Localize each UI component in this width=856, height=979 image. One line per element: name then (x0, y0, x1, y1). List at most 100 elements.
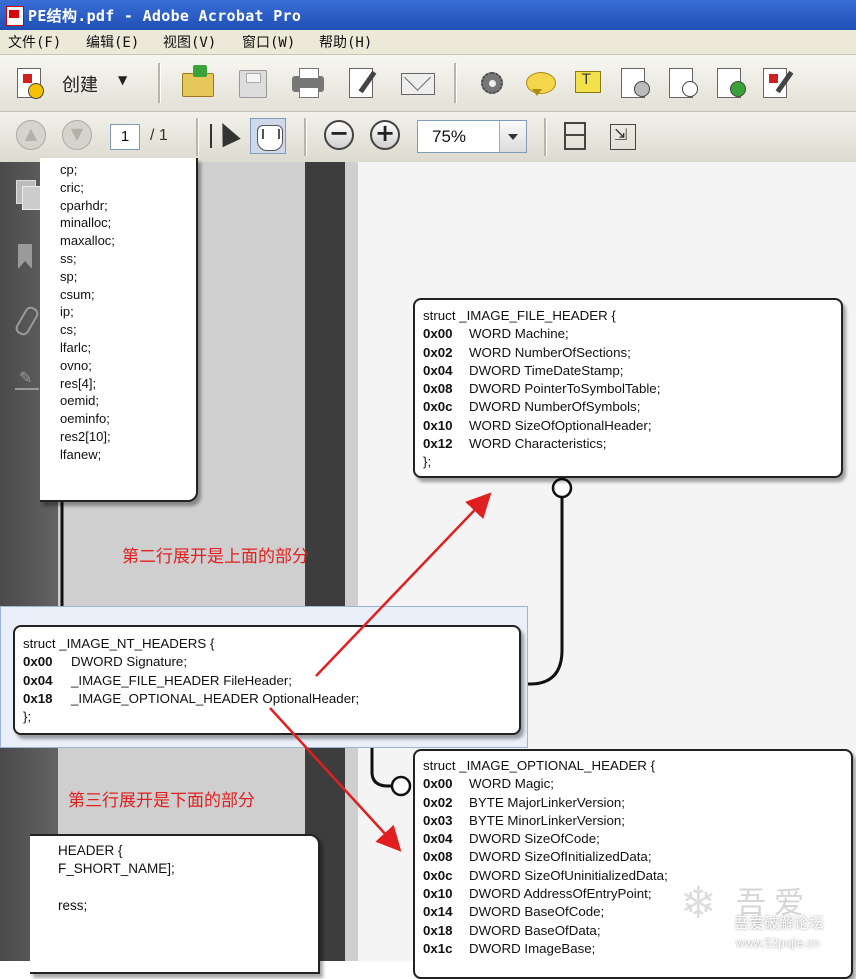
previous-page-button[interactable]: ▲ (14, 118, 50, 154)
field-offset: 0x03 (423, 812, 453, 828)
hand-tool-button[interactable] (250, 118, 286, 154)
field-declaration: WORD NumberOfSections; (469, 344, 631, 360)
struct-field-row: 0x10 WORD SizeOfOptionalHeader; (423, 417, 841, 435)
print-button[interactable] (290, 65, 326, 101)
dos-header-field: res[4]; (60, 375, 97, 391)
field-declaration: DWORD ImageBase; (469, 940, 596, 956)
dos-header-field: oemid; (60, 393, 100, 409)
field-declaration: DWORD PointerToSymbolTable; (469, 381, 661, 397)
dos-header-field: ss; (60, 250, 77, 266)
select-tool-button[interactable] (208, 118, 244, 154)
field-offset: 0x08 (423, 849, 453, 865)
field-offset: 0x08 (423, 381, 453, 397)
toolbar-separator (304, 118, 307, 156)
field-offset: 0x12 (423, 436, 453, 452)
toolbar-separator (544, 118, 547, 156)
fit-page-icon (564, 122, 586, 150)
secure-button[interactable] (618, 65, 654, 101)
dos-header-field: oeminfo; (60, 411, 110, 427)
zoom-in-button[interactable]: + (368, 118, 404, 154)
field-declaration: WORD Magic; (469, 776, 554, 792)
pages-panel-button[interactable] (12, 178, 42, 210)
dos-header-field: cp; (60, 162, 78, 177)
field-offset: 0x00 (23, 654, 53, 670)
arrow-up-icon: ▲ (24, 124, 38, 143)
save-button[interactable] (234, 65, 270, 101)
menu-file[interactable]: 文件(F) (8, 32, 61, 52)
dos-header-field: lfanew; (60, 446, 102, 462)
field-offset: 0x1c (423, 940, 453, 956)
email-icon (401, 73, 435, 95)
arrow-down-icon: ▼ (70, 124, 84, 143)
field-declaration: DWORD BaseOfCode; (469, 904, 605, 920)
attachments-panel-button[interactable] (12, 304, 42, 338)
email-button[interactable] (400, 65, 436, 101)
dos-header-field: ovno; (60, 357, 92, 373)
field-offset: 0x02 (423, 344, 453, 360)
field-declaration: BYTE MajorLinkerVersion; (469, 794, 625, 810)
minus-icon: − (328, 119, 350, 147)
window-title: PE结构.pdf - Adobe Acrobat Pro (28, 7, 302, 25)
struct-field-row: 0x00 WORD Machine; (423, 325, 841, 343)
highlight-button[interactable] (570, 65, 606, 101)
page-number-input[interactable]: 1 (110, 124, 140, 150)
hand-icon (257, 125, 283, 151)
annotation-upper: 第二行展开是上面的部分 (122, 547, 309, 567)
text-cursor-icon (210, 124, 212, 148)
toolbar-separator (196, 118, 199, 156)
chevron-down-icon[interactable] (499, 121, 526, 152)
highlight-icon (575, 71, 601, 93)
comment-icon (526, 72, 556, 96)
annotation-lower: 第三行展开是下面的部分 (68, 791, 255, 811)
menu-edit[interactable]: 编辑(E) (86, 32, 139, 52)
section-header-line (58, 879, 318, 897)
paperclip-icon (13, 304, 41, 338)
edit-button[interactable] (346, 65, 382, 101)
dos-header-field: ip; (60, 304, 74, 320)
create-label: 创建 (62, 75, 98, 96)
section-header-struct: HEADER { F_SHORT_NAME]; ress; (30, 834, 320, 974)
field-offset: 0x00 (423, 776, 453, 792)
gear-icon (481, 72, 503, 94)
forms-button[interactable] (760, 65, 796, 101)
signatures-panel-button[interactable] (12, 366, 42, 396)
signature-icon (15, 368, 39, 390)
menu-window[interactable]: 窗口(W) (242, 32, 295, 52)
snowflake-icon: ❄ (680, 878, 717, 929)
field-declaration: _IMAGE_OPTIONAL_HEADER OptionalHeader; (71, 690, 360, 706)
dos-header-field: cs; (60, 322, 77, 338)
settings-button[interactable] (474, 65, 510, 101)
struct-field-row: 0x00 WORD Magic; (423, 775, 851, 793)
next-page-button[interactable]: ▼ (60, 118, 96, 154)
field-declaration: DWORD BaseOfData; (469, 922, 601, 938)
acrobat-app-icon (6, 6, 24, 26)
field-offset: 0x18 (423, 922, 453, 938)
fit-page-button[interactable] (558, 118, 594, 154)
create-button[interactable]: 创建 ▼ (14, 65, 134, 101)
field-declaration: DWORD NumberOfSymbols; (469, 399, 641, 415)
toolbar-separator (158, 63, 161, 103)
field-declaration: WORD SizeOfOptionalHeader; (469, 417, 652, 433)
open-button[interactable] (180, 65, 216, 101)
sign-button[interactable] (666, 65, 702, 101)
struct-field-row: 0x04 DWORD SizeOfCode; (423, 830, 851, 848)
nt-headers-close: }; (23, 709, 32, 725)
zoom-out-button[interactable]: − (322, 118, 358, 154)
export-button[interactable] (714, 65, 750, 101)
comment-button[interactable] (522, 65, 558, 101)
field-offset: 0x18 (23, 690, 53, 706)
create-dropdown-icon: ▼ (118, 73, 128, 87)
menu-help[interactable]: 帮助(H) (319, 32, 372, 52)
open-folder-icon (182, 65, 214, 97)
dos-header-field: csum; (60, 286, 95, 302)
field-declaration: WORD Machine; (469, 326, 569, 342)
fit-width-button[interactable] (606, 118, 642, 154)
menu-view[interactable]: 视图(V) (163, 32, 216, 52)
struct-field-row: 0x04 DWORD TimeDateStamp; (423, 362, 841, 380)
field-offset: 0x02 (423, 794, 453, 810)
field-declaration: DWORD SizeOfUninitializedData; (469, 867, 668, 883)
bookmarks-panel-button[interactable] (12, 242, 42, 272)
section-header-line: HEADER { (58, 843, 123, 858)
section-header-line: F_SHORT_NAME]; (58, 861, 175, 877)
zoom-select[interactable]: 75% (417, 120, 527, 153)
